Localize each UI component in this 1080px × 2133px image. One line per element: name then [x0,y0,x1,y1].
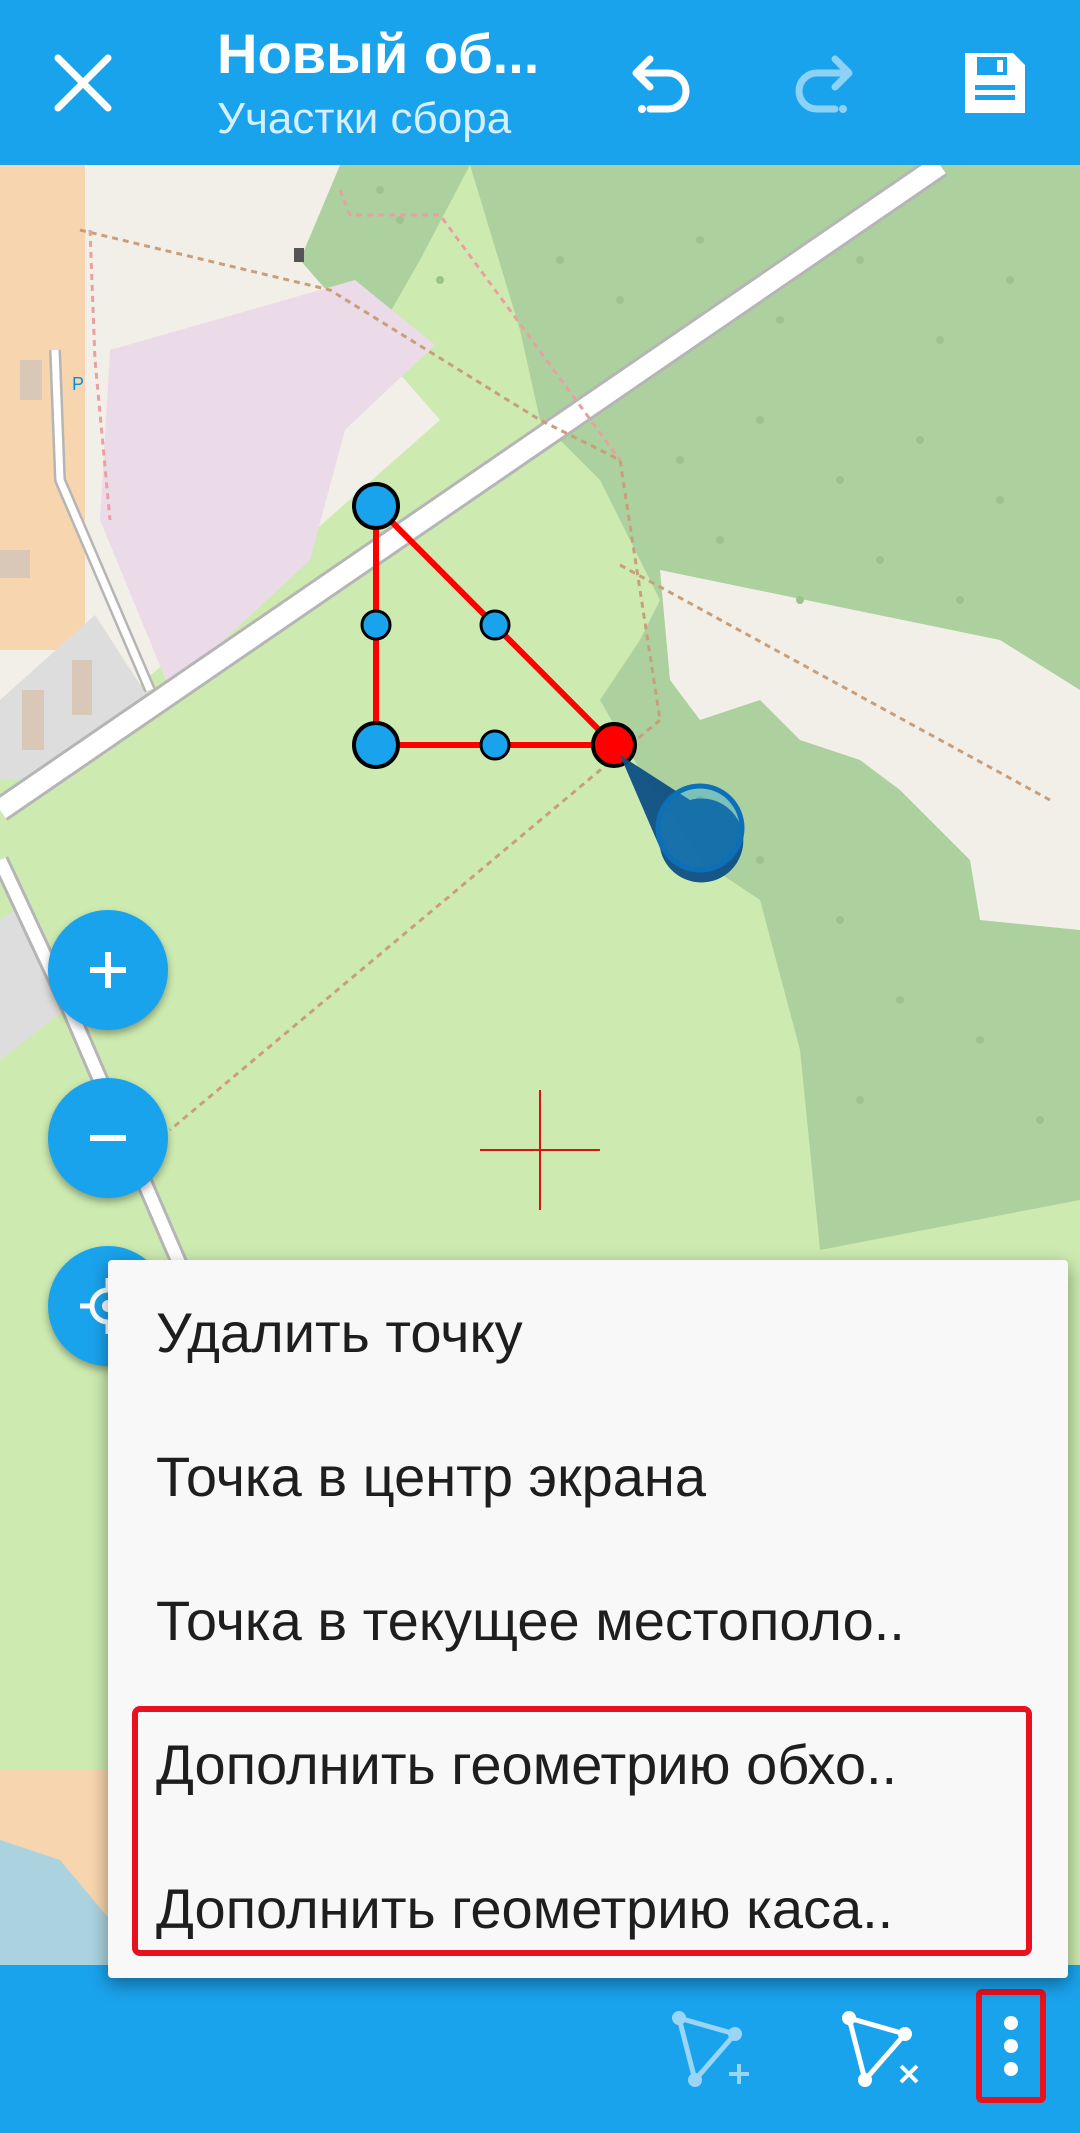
menu-item-extend-geometry-walk[interactable]: Дополнить геометрию обхо.. [108,1692,1068,1836]
save-icon [965,52,1025,113]
toolbar: Новый об... Участки сбора [0,0,1080,165]
more-vert-icon [1004,2016,1018,2076]
add-geometry-icon [672,2011,749,2087]
building [20,360,42,400]
selected-vertex[interactable] [591,722,637,768]
redo-icon [795,55,853,113]
polygon-midpoint[interactable] [479,729,511,761]
overflow-menu: Удалить точку Точка в центр экрана Точка… [108,1260,1068,1978]
more-options-button[interactable] [976,1989,1046,2103]
menu-item-point-to-current-location[interactable]: Точка в текущее местополо.. [108,1548,1068,1692]
building [0,550,30,578]
undo-button[interactable] [590,0,730,165]
screen: Новый об... Участки сбора P Удалить точк… [0,0,1080,2133]
parking-label: P [72,374,84,394]
page-title: Новый об... [217,22,540,85]
menu-item-point-to-screen-center[interactable]: Точка в центр экрана [108,1404,1068,1548]
undo-icon [632,55,690,113]
save-button[interactable] [925,0,1065,165]
add-geometry-button[interactable] [650,1965,770,2133]
delete-geometry-button[interactable] [820,1965,940,2133]
polygon-midpoint[interactable] [479,609,511,641]
page-subtitle: Участки сбора [217,94,512,143]
tower-icon [294,248,304,262]
title-block: Новый об... Участки сбора [217,18,577,148]
minus-icon [90,1135,126,1141]
polygon-midpoint[interactable] [360,609,392,641]
close-icon [54,54,112,111]
bottom-toolbar [0,1965,1080,2133]
menu-item-extend-geometry-tap[interactable]: Дополнить геометрию каса.. [108,1836,1068,1980]
menu-item-delete-point[interactable]: Удалить точку [108,1260,1068,1404]
delete-geometry-icon [842,2011,919,2087]
building [22,690,44,750]
close-button[interactable] [13,0,153,165]
zoom-out-button[interactable] [48,1078,168,1198]
building [72,660,92,715]
zoom-in-button[interactable] [48,910,168,1030]
redo-button[interactable] [755,0,895,165]
polygon-vertex[interactable] [352,721,400,769]
polygon-vertex[interactable] [352,482,400,530]
plus-icon [90,952,126,988]
